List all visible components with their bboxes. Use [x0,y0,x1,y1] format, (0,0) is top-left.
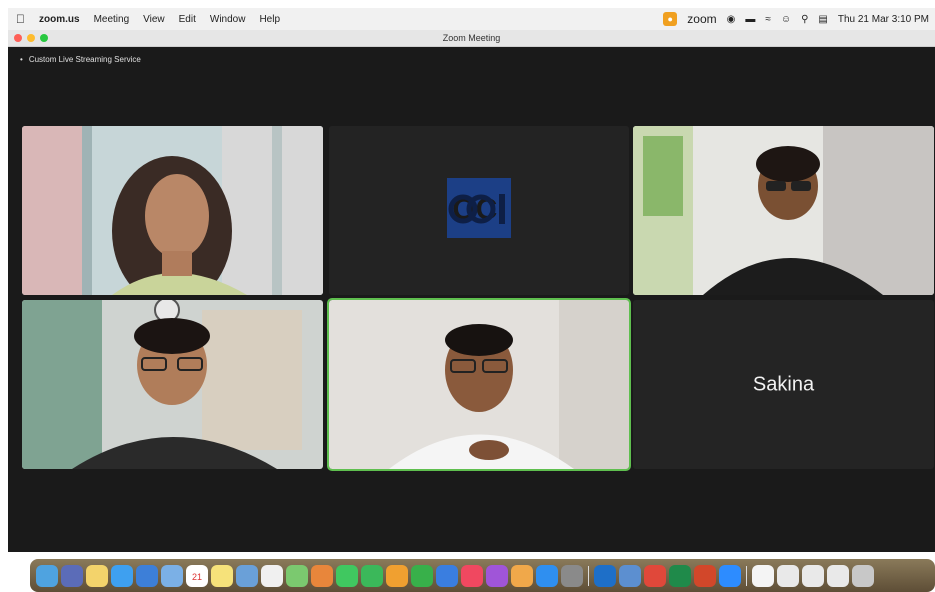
mail-icon[interactable] [136,564,158,587]
keynote-icon[interactable] [436,564,458,587]
zoom-icon[interactable] [719,564,741,587]
finder-icon[interactable] [36,564,58,587]
window-title: Zoom Meeting [442,33,501,43]
battery-icon[interactable]: ▬ [745,14,755,25]
outlook-icon[interactable] [594,564,616,587]
messages-icon[interactable] [336,564,358,587]
search-icon[interactable]: ⚲ [801,14,808,25]
participant-tile-4[interactable] [22,300,323,469]
reminders-icon[interactable] [261,564,283,587]
control-center-icon[interactable]: ▤ [818,14,827,25]
appstore-icon[interactable] [536,564,558,587]
safari-icon[interactable] [111,564,133,587]
clock-datetime[interactable]: Thu 21 Mar 3:10 PM [838,14,929,25]
photos-app-icon[interactable] [311,564,333,587]
menu-view[interactable]: View [143,14,165,25]
menu-window[interactable]: Window [210,14,246,25]
launchpad-icon[interactable] [61,564,83,587]
user-icon[interactable]: ☺ [781,14,791,25]
participant-tile-6[interactable]: Sakina [633,300,934,469]
mic-status-icon[interactable]: ● [663,12,678,26]
participant-video-5 [329,300,629,469]
dock: 21 [30,559,935,592]
file3-icon[interactable] [827,564,849,587]
excel-icon[interactable] [669,564,691,587]
menu-help[interactable]: Help [259,14,280,25]
participant-tile-1[interactable] [22,126,323,295]
status-zoom-label[interactable]: zoom [687,12,716,26]
participant-video-1 [22,126,323,295]
window-titlebar: Zoom Meeting [8,30,935,47]
stream-label-text: Custom Live Streaming Service [28,55,141,64]
settings-icon[interactable] [561,564,583,587]
menu-bar:  zoom.us Meeting View Edit Window Help … [8,8,935,30]
music-icon[interactable] [461,564,483,587]
menu-app-name[interactable]: zoom.us [39,14,80,25]
file-icon[interactable] [777,564,799,587]
minimize-button[interactable] [27,34,35,42]
dock-separator [588,565,589,586]
stream-label[interactable]: • Custom Live Streaming Service [20,55,141,64]
maximize-button[interactable] [40,34,48,42]
participant-name: Sakina [752,373,815,395]
chrome-icon[interactable] [644,564,666,587]
participant-tile-active-speaker[interactable] [327,298,631,471]
notes-icon[interactable] [86,564,108,587]
calendar-icon[interactable]: 21 [186,564,208,587]
record-icon[interactable]: ◉ [727,14,736,25]
participant-video-3 [633,126,934,295]
pages-icon[interactable] [386,564,408,587]
menu-edit[interactable]: Edit [179,14,196,25]
close-button[interactable] [14,34,22,42]
powerpoint-icon[interactable] [694,564,716,587]
wifi-icon[interactable]: ≈ [765,14,771,25]
participant-tile-3[interactable] [633,126,934,295]
meeting-window: • Custom Live Streaming Service OCI Saki… [8,47,935,552]
organization-logo-icon: OCI [329,126,629,295]
books-icon[interactable] [511,564,533,587]
apple-icon[interactable]:  [16,12,25,26]
menu-meeting[interactable]: Meeting [94,14,130,25]
participant-tile-2[interactable]: OCI [329,126,629,295]
numbers-icon[interactable] [411,564,433,587]
live-icon: • [20,55,23,64]
folder-icon[interactable] [161,564,183,587]
notes-app-icon[interactable] [211,564,233,587]
podcasts-icon[interactable] [486,564,508,587]
traffic-lights [14,34,48,42]
trash-icon[interactable] [852,564,874,587]
document-icon[interactable] [752,564,774,587]
facetime-icon[interactable] [361,564,383,587]
participant-video-4 [22,300,323,469]
photos-icon[interactable] [236,564,258,587]
file2-icon[interactable] [802,564,824,587]
maps-icon[interactable] [286,564,308,587]
preview-icon[interactable] [619,564,641,587]
dock-separator-2 [746,565,747,586]
